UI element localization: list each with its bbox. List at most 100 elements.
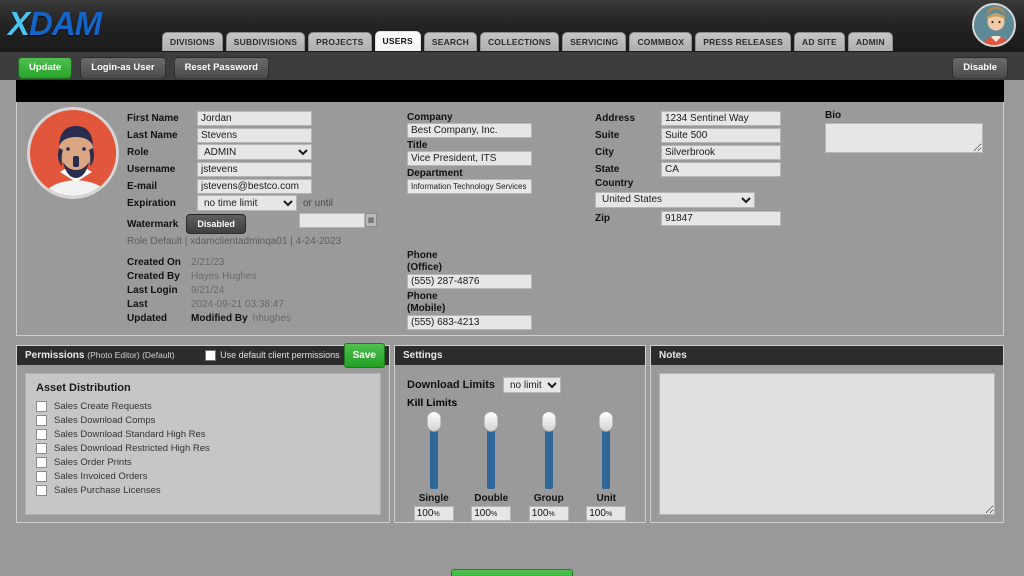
department-input[interactable] <box>407 179 532 194</box>
update-button[interactable]: Update <box>18 57 73 79</box>
nav-tab-admin[interactable]: ADMIN <box>847 32 893 51</box>
nav-tab-commbox[interactable]: COMMBOX <box>629 32 693 51</box>
reset-password-button[interactable]: Reset Password <box>173 57 269 79</box>
created-by-value: Hayes Hughes <box>191 271 257 282</box>
kill-limits-sliders: Single 100% Double 100% Group 100% Unit 100% <box>405 411 635 521</box>
permission-item[interactable]: Sales Download Restricted High Res <box>36 443 370 454</box>
email-input[interactable] <box>197 178 312 194</box>
permission-label: Sales Order Prints <box>54 457 132 468</box>
permission-checkbox[interactable] <box>36 415 47 426</box>
permission-label: Sales Download Comps <box>54 415 156 426</box>
nav-tab-collections[interactable]: COLLECTIONS <box>479 32 560 51</box>
slider-unit: % <box>433 511 440 518</box>
state-input[interactable] <box>661 161 781 177</box>
slider-handle[interactable] <box>541 411 557 432</box>
nav-tab-users[interactable]: USERS <box>374 31 421 51</box>
permission-checkbox[interactable] <box>36 457 47 468</box>
nav-tab-press-releases[interactable]: PRESS RELEASES <box>695 32 791 51</box>
slider-value-field[interactable]: 100% <box>528 506 569 521</box>
country-label: Country <box>595 178 634 189</box>
nav-tab-projects[interactable]: PROJECTS <box>308 32 372 51</box>
calendar-icon[interactable]: ▦ <box>365 213 377 227</box>
bio-textarea[interactable] <box>825 123 983 153</box>
xdam-user-page: XDAM DIVISIONS SUBDIVISIONS PROJECTS USERS S… <box>0 0 1024 576</box>
download-limits-row: Download Limits no limit <box>407 377 645 393</box>
permission-item[interactable]: Sales Order Prints <box>36 457 370 468</box>
permissions-title: Permissions <box>25 350 85 361</box>
permission-item[interactable]: Sales Download Standard High Res <box>36 429 370 440</box>
disable-button[interactable]: Disable <box>952 57 1008 79</box>
slider-value-field[interactable]: 100% <box>471 506 512 521</box>
nav-tab-servicing[interactable]: SERVICING <box>562 32 627 51</box>
permission-label: Sales Download Restricted High Res <box>54 443 210 454</box>
app-logo[interactable]: XDAM <box>8 5 102 42</box>
slider-handle[interactable] <box>483 411 499 432</box>
login-as-user-button[interactable]: Login-as User <box>80 57 166 79</box>
download-limits-label: Download Limits <box>407 379 495 391</box>
phone-fields: Phone (Office) Phone (Mobile) <box>407 250 587 332</box>
permission-item[interactable]: Sales Purchase Licenses <box>36 485 370 496</box>
top-bar: XDAM DIVISIONS SUBDIVISIONS PROJECTS USERS S… <box>0 0 1024 52</box>
modified-by-row: Updated Modified By hhughes <box>127 313 291 325</box>
watermark-status-button[interactable]: Disabled <box>186 214 246 234</box>
bottom-green-button[interactable] <box>451 569 573 576</box>
email-row: E-mail <box>127 178 377 194</box>
main-navigation-tabs: DIVISIONS SUBDIVISIONS PROJECTS USERS SEARCH… <box>162 31 893 51</box>
last-name-input[interactable] <box>197 127 312 143</box>
permissions-save-button[interactable]: Save <box>343 343 385 368</box>
zip-input[interactable] <box>661 211 781 226</box>
permission-item[interactable]: Sales Download Comps <box>36 415 370 426</box>
address-input[interactable] <box>661 110 781 126</box>
permission-label: Sales Invoiced Orders <box>54 471 148 482</box>
mobile-phone-input[interactable] <box>407 315 532 330</box>
permission-checkbox[interactable] <box>36 429 47 440</box>
user-profile-avatar[interactable] <box>27 107 119 199</box>
slider-track[interactable] <box>541 411 557 489</box>
nav-tab-search[interactable]: SEARCH <box>423 32 477 51</box>
first-name-input[interactable] <box>197 110 312 126</box>
slider-label: Unit <box>596 493 616 504</box>
slider-track[interactable] <box>483 411 499 489</box>
modified-by-value: hhughes <box>252 313 292 324</box>
username-input[interactable] <box>197 161 312 177</box>
notes-textarea[interactable] <box>659 373 995 515</box>
country-select[interactable]: United States <box>595 191 755 208</box>
city-input[interactable] <box>661 144 781 160</box>
current-user-avatar[interactable] <box>972 3 1016 47</box>
created-on-label: Created On <box>127 257 181 268</box>
slider-track[interactable] <box>598 411 614 489</box>
expiration-select[interactable]: no time limit <box>197 195 297 211</box>
use-default-permissions-checkbox[interactable] <box>205 350 217 361</box>
suite-input[interactable] <box>661 127 781 143</box>
permission-checkbox[interactable] <box>36 485 47 496</box>
download-limits-select[interactable]: no limit <box>503 377 561 393</box>
slider-unit: % <box>490 511 498 518</box>
slider-value-field[interactable]: 100% <box>413 506 454 521</box>
nav-tab-subdivisions[interactable]: SUBDIVISIONS <box>225 32 306 51</box>
avatar-person-icon <box>974 5 1014 45</box>
permission-item[interactable]: Sales Invoiced Orders <box>36 471 370 482</box>
slider-label: Double <box>474 493 509 504</box>
logo-dam-text: DAM <box>29 5 102 42</box>
last-login-value: 9/21/24 <box>191 285 225 296</box>
slider-value-field[interactable]: 100% <box>586 506 627 521</box>
office-phone-input[interactable] <box>407 274 532 289</box>
nav-tab-divisions[interactable]: DIVISIONS <box>162 32 223 51</box>
slider-track[interactable] <box>426 411 442 489</box>
slider-handle[interactable] <box>598 411 614 432</box>
email-label: E-mail <box>127 180 158 192</box>
permission-checkbox[interactable] <box>36 443 47 454</box>
permission-checkbox[interactable] <box>36 471 47 482</box>
company-input[interactable] <box>407 123 532 138</box>
bio-label: Bio <box>825 110 842 121</box>
permission-checkbox[interactable] <box>36 401 47 412</box>
nav-tab-ad-site[interactable]: AD SITE <box>794 32 845 51</box>
permission-item[interactable]: Sales Create Requests <box>36 401 370 412</box>
logo-x-letter: X <box>8 5 30 42</box>
suite-label: Suite <box>595 129 620 141</box>
slider-unit: % <box>548 511 555 518</box>
role-select[interactable]: ADMIN <box>197 144 312 160</box>
title-input[interactable] <box>407 151 532 166</box>
slider-handle[interactable] <box>426 411 442 432</box>
kill-limit-slider: Group 100% <box>525 411 573 521</box>
